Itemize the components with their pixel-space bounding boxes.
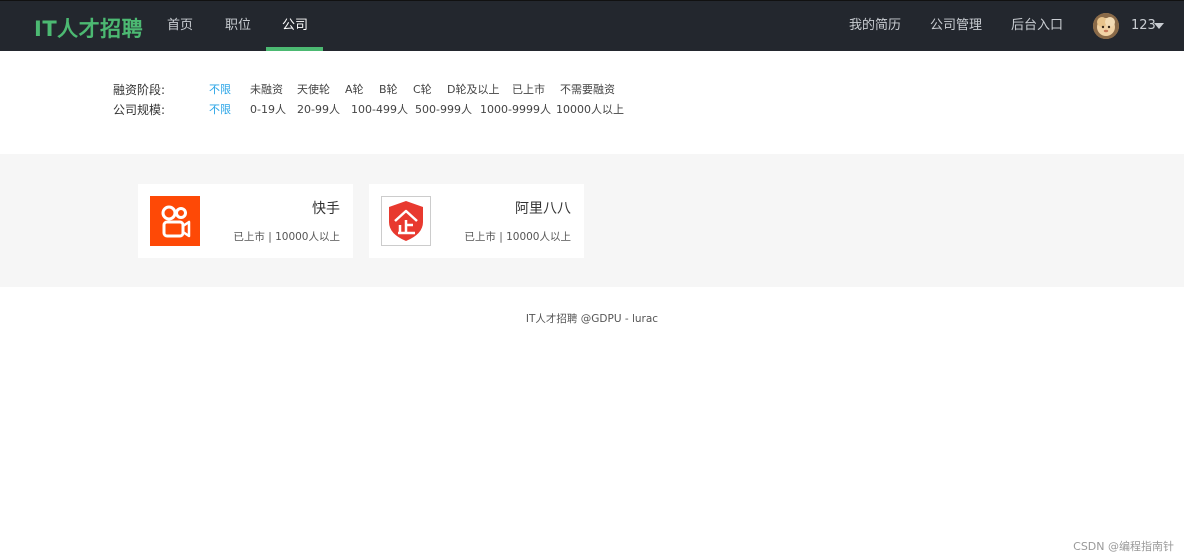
enterprise-shield-logo	[381, 196, 431, 246]
company-card[interactable]: 阿里八八 已上市 | 10000人以上	[369, 184, 584, 258]
company-card[interactable]: 快手 已上市 | 10000人以上	[138, 184, 353, 258]
size-option-500-999[interactable]: 500-999人	[415, 101, 472, 117]
size-option-1000-9999[interactable]: 1000-9999人	[480, 101, 551, 117]
company-size-label: 公司规模:	[113, 103, 166, 117]
funding-option-angel[interactable]: 天使轮	[297, 81, 330, 97]
funding-option-no-funding[interactable]: 不需要融资	[560, 81, 615, 97]
funding-option-c[interactable]: C轮	[413, 81, 432, 97]
nav-item-admin-entry[interactable]: 后台入口	[1011, 1, 1063, 51]
funding-option-b[interactable]: B轮	[379, 81, 398, 97]
funding-option-any[interactable]: 不限	[209, 81, 231, 97]
size-option-10000-plus[interactable]: 10000人以上	[556, 101, 624, 117]
size-option-20-99[interactable]: 20-99人	[297, 101, 340, 117]
nav-item-my-resume[interactable]: 我的简历	[849, 1, 901, 51]
user-name[interactable]: 123	[1131, 1, 1156, 51]
nav-item-jobs[interactable]: 职位	[225, 1, 251, 51]
company-meta: 已上市 | 10000人以上	[233, 231, 340, 243]
size-option-100-499[interactable]: 100-499人	[351, 101, 408, 117]
company-meta: 已上市 | 10000人以上	[464, 231, 571, 243]
user-avatar[interactable]	[1093, 13, 1119, 39]
funding-option-unfunded[interactable]: 未融资	[250, 81, 283, 97]
watermark: CSDN @编程指南针	[1073, 540, 1174, 553]
company-name[interactable]: 阿里八八	[515, 198, 571, 218]
brand-logo[interactable]: IT人才招聘	[34, 13, 143, 43]
nav-item-home[interactable]: 首页	[167, 1, 193, 51]
top-navbar: IT人才招聘 首页 职位 公司 我的简历 公司管理 后台入口 123	[0, 0, 1184, 51]
nav-item-companies[interactable]: 公司	[282, 1, 308, 51]
funding-option-d-plus[interactable]: D轮及以上	[447, 81, 499, 97]
footer-text: IT人才招聘 @GDPU - lurac	[525, 313, 659, 325]
funding-option-listed[interactable]: 已上市	[512, 81, 545, 97]
kuaishou-logo	[150, 196, 200, 246]
size-option-0-19[interactable]: 0-19人	[250, 101, 286, 117]
nav-item-company-management[interactable]: 公司管理	[930, 1, 982, 51]
funding-option-a[interactable]: A轮	[345, 81, 364, 97]
size-option-any[interactable]: 不限	[209, 101, 231, 117]
company-list: 快手 已上市 | 10000人以上 阿里八八 已上市 | 10000人以上	[0, 154, 1184, 287]
caret-down-icon[interactable]	[1154, 23, 1164, 29]
company-name[interactable]: 快手	[312, 198, 340, 218]
active-tab-indicator	[266, 47, 323, 51]
funding-stage-label: 融资阶段:	[113, 83, 166, 97]
